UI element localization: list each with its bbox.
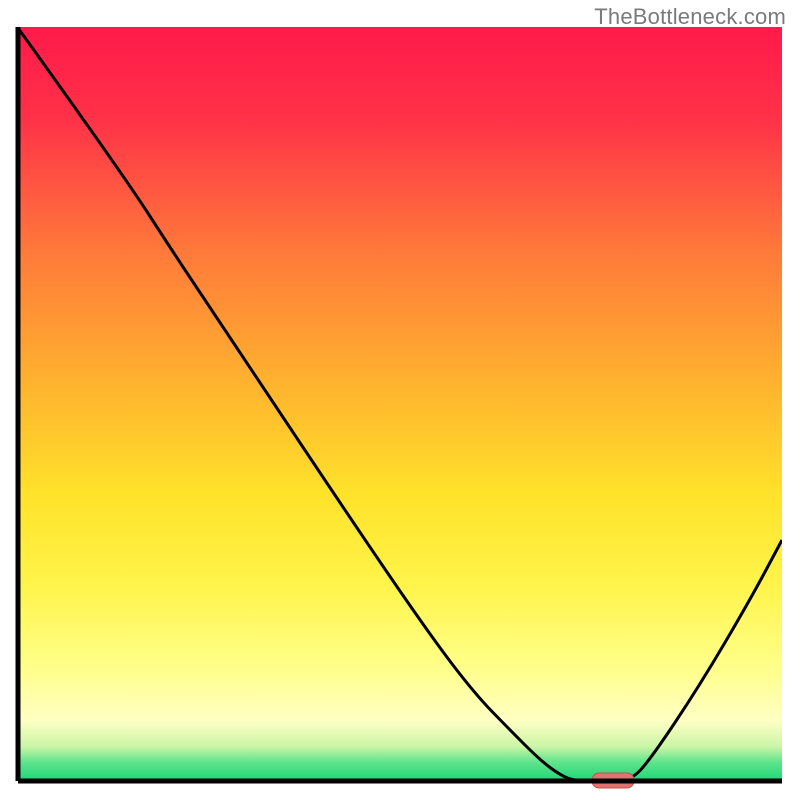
bottleneck-chart: TheBottleneck.com <box>0 0 800 800</box>
chart-svg <box>0 0 800 800</box>
chart-background <box>18 27 782 781</box>
watermark-text: TheBottleneck.com <box>594 4 786 30</box>
